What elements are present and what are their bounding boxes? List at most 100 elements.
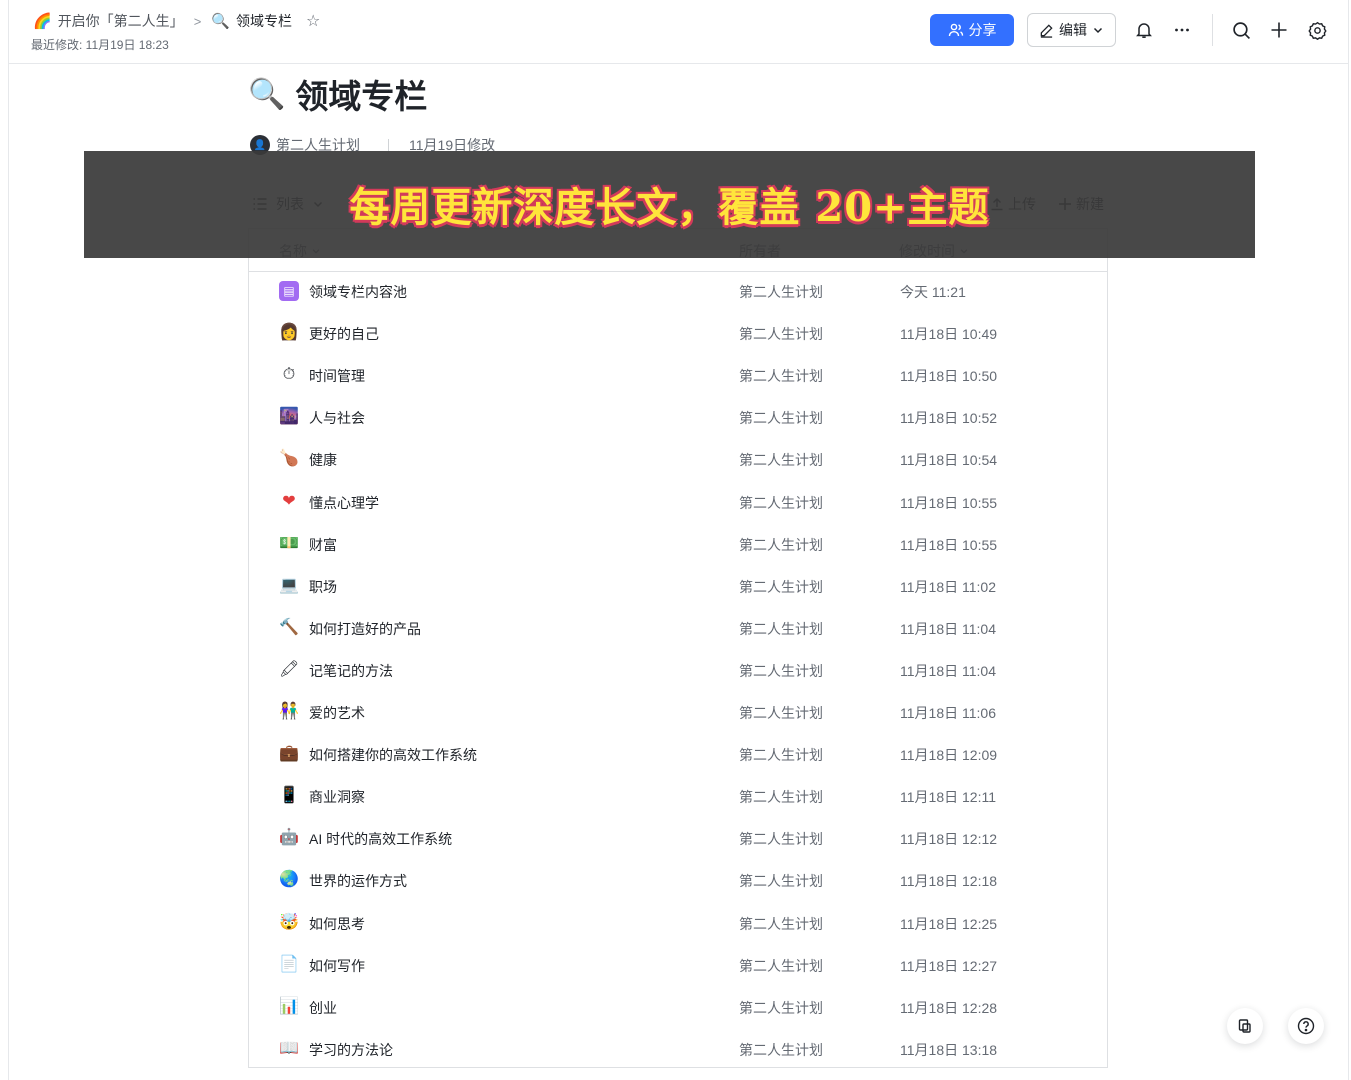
row-name[interactable]: 世界的运作方式 xyxy=(309,871,407,891)
row-owner: 第二人生计划 xyxy=(739,410,823,427)
row-modified-time: 今天 11:21 xyxy=(900,284,966,300)
row-owner: 第二人生计划 xyxy=(739,747,823,764)
settings-gear-icon[interactable] xyxy=(1306,19,1328,41)
magnifier-icon: 🔍 xyxy=(211,13,230,30)
table-row[interactable]: 💵 财富 第二人生计划 11月18日 10:55 xyxy=(249,523,1107,565)
row-owner: 第二人生计划 xyxy=(739,494,823,511)
row-owner: 第二人生计划 xyxy=(739,662,823,679)
row-owner: 第二人生计划 xyxy=(739,705,823,721)
row-name[interactable]: 领域专栏内容池 xyxy=(309,282,407,302)
table-row[interactable]: 🔨 如何打造好的产品 第二人生计划 11月18日 11:04 xyxy=(249,607,1107,649)
table-row[interactable]: 🤯 如何思考 第二人生计划 11月18日 12:25 xyxy=(249,902,1107,944)
row-icon: 🍗 xyxy=(279,450,299,468)
row-modified-time: 11月18日 11:02 xyxy=(900,578,996,595)
row-modified-time: 11月18日 12:12 xyxy=(900,831,998,848)
share-button[interactable]: 分享 xyxy=(930,14,1014,46)
top-bar: 🌈 开启你「第二人生」 > 🔍 领域专栏 ☆ 最近修改: 11月19日 18:2… xyxy=(9,0,1348,64)
row-owner: 第二人生计划 xyxy=(739,831,823,848)
file-table: 名称 所有者 修改时间 ▤领域专栏内容池第二人生计划今天 11:21👩更好的自己… xyxy=(248,228,1108,1068)
row-name[interactable]: 爱的艺术 xyxy=(309,703,365,723)
row-name[interactable]: 职场 xyxy=(309,577,337,597)
table-row[interactable]: ❤ 懂点心理学 第二人生计划 11月18日 10:55 xyxy=(249,481,1107,523)
table-row[interactable]: 💻 职场 第二人生计划 11月18日 11:02 xyxy=(249,565,1107,607)
help-button[interactable] xyxy=(1288,1008,1324,1044)
table-row[interactable]: 🌆 人与社会 第二人生计划 11月18日 10:52 xyxy=(249,396,1107,438)
plus-icon[interactable] xyxy=(1268,19,1290,41)
rainbow-icon: 🌈 xyxy=(33,13,52,30)
row-modified-time: 11月18日 12:11 xyxy=(900,789,996,806)
row-modified-time: 11月18日 10:55 xyxy=(900,494,998,511)
frame-left-border xyxy=(8,0,9,1080)
row-name[interactable]: 学习的方法论 xyxy=(309,1040,393,1060)
banner-text: 每周更新深度长文，覆盖 20+主题 xyxy=(349,184,990,231)
copy-link-button[interactable] xyxy=(1227,1008,1263,1044)
table-row[interactable]: 🖍 记笔记的方法 第二人生计划 11月18日 11:04 xyxy=(249,649,1107,691)
row-name[interactable]: AI 时代的高效工作系统 xyxy=(309,829,452,849)
row-name[interactable]: 更好的自己 xyxy=(309,324,379,344)
table-row[interactable]: 🤖 AI 时代的高效工作系统 第二人生计划 11月18日 12:12 xyxy=(249,817,1107,859)
last-modified: 最近修改: 11月19日 18:23 xyxy=(31,38,169,52)
row-name[interactable]: 如何写作 xyxy=(309,956,365,976)
row-owner: 第二人生计划 xyxy=(739,999,823,1016)
row-owner: 第二人生计划 xyxy=(739,284,823,300)
row-name[interactable]: 时间管理 xyxy=(309,366,365,386)
table-row[interactable]: 📱 商业洞察 第二人生计划 11月18日 12:11 xyxy=(249,775,1107,817)
row-modified-time: 11月18日 11:04 xyxy=(900,620,996,637)
frame-right-border xyxy=(1348,0,1349,1080)
row-icon: 📄 xyxy=(279,955,299,973)
table-row[interactable]: 🍗 健康 第二人生计划 11月18日 10:54 xyxy=(249,438,1107,480)
row-modified-time: 11月18日 10:50 xyxy=(900,368,998,385)
promo-banner: 每周更新深度长文，覆盖 20+主题 xyxy=(84,151,1255,258)
row-name[interactable]: 如何搭建你的高效工作系统 xyxy=(309,745,477,765)
copy-icon xyxy=(1238,1019,1251,1033)
row-name[interactable]: 人与社会 xyxy=(309,408,365,428)
page-title-text: 领域专栏 xyxy=(295,78,428,115)
breadcrumb: 🌈 开启你「第二人生」 > 🔍 领域专栏 ☆ xyxy=(33,11,320,31)
row-modified-time: 11月18日 10:55 xyxy=(900,536,998,553)
table-row[interactable]: ▤ 领域专栏内容池 第二人生计划 今天 11:21 xyxy=(249,270,1107,312)
row-modified-time: 11月18日 11:06 xyxy=(900,705,996,721)
row-name[interactable]: 如何打造好的产品 xyxy=(309,619,421,639)
search-icon[interactable] xyxy=(1230,19,1252,41)
row-name[interactable]: 商业洞察 xyxy=(309,787,365,807)
row-name[interactable]: 健康 xyxy=(309,450,337,470)
more-icon[interactable] xyxy=(1171,19,1193,41)
breadcrumb-root[interactable]: 开启你「第二人生」 xyxy=(58,11,184,31)
table-row[interactable]: 👩 更好的自己 第二人生计划 11月18日 10:49 xyxy=(249,312,1107,354)
row-owner: 第二人生计划 xyxy=(739,620,823,637)
row-owner: 第二人生计划 xyxy=(739,536,823,553)
breadcrumb-current[interactable]: 领域专栏 xyxy=(236,11,292,31)
page-title: 🔍 领域专栏 xyxy=(248,70,427,118)
row-modified-time: 11月18日 12:09 xyxy=(900,747,998,764)
table-row[interactable]: ⏱ 时间管理 第二人生计划 11月18日 10:50 xyxy=(249,354,1107,396)
row-icon: 📊 xyxy=(279,997,299,1015)
row-modified-time: 11月18日 12:28 xyxy=(900,999,998,1016)
star-icon[interactable]: ☆ xyxy=(306,11,320,31)
meta-divider xyxy=(388,139,389,151)
table-row[interactable]: 📊 创业 第二人生计划 11月18日 12:28 xyxy=(249,986,1107,1028)
row-name[interactable]: 创业 xyxy=(309,998,337,1018)
bell-icon[interactable] xyxy=(1133,19,1155,41)
row-name[interactable]: 如何思考 xyxy=(309,914,365,934)
row-name[interactable]: 懂点心理学 xyxy=(309,493,379,513)
table-row[interactable]: 👫 爱的艺术 第二人生计划 11月18日 11:06 xyxy=(249,691,1107,733)
row-owner: 第二人生计划 xyxy=(739,957,823,974)
table-row[interactable]: 🌏 世界的运作方式 第二人生计划 11月18日 12:18 xyxy=(249,859,1107,901)
row-icon: 🤖 xyxy=(279,829,299,847)
share-label: 分享 xyxy=(968,22,997,38)
row-icon: 🤯 xyxy=(279,913,299,931)
row-name[interactable]: 财富 xyxy=(309,535,337,555)
row-modified-time: 11月18日 10:52 xyxy=(900,410,998,427)
row-icon: ❤ xyxy=(282,492,296,510)
table-row[interactable]: 📖 学习的方法论 第二人生计划 11月18日 13:18 xyxy=(249,1028,1107,1070)
table-row[interactable]: 💼 如何搭建你的高效工作系统 第二人生计划 11月18日 12:09 xyxy=(249,733,1107,775)
magnifier-icon: 🔍 xyxy=(248,77,286,111)
table-row[interactable]: 📄 如何写作 第二人生计划 11月18日 12:27 xyxy=(249,944,1107,986)
row-owner: 第二人生计划 xyxy=(739,915,823,932)
row-name[interactable]: 记笔记的方法 xyxy=(309,661,393,681)
row-icon: 📱 xyxy=(279,787,299,805)
row-owner: 第二人生计划 xyxy=(739,789,823,806)
row-owner: 第二人生计划 xyxy=(739,368,823,385)
pencil-icon xyxy=(1040,23,1053,38)
edit-button[interactable]: 编辑 xyxy=(1027,13,1116,47)
